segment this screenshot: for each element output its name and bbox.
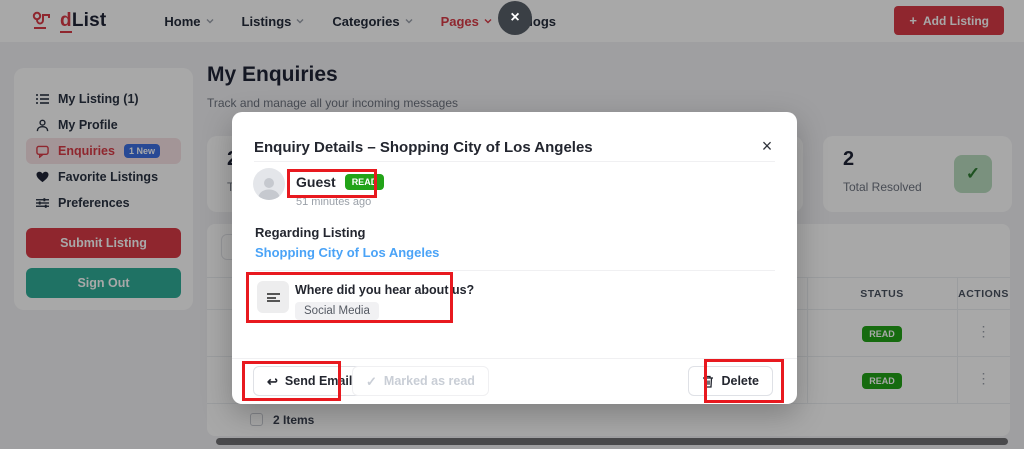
- send-email-button[interactable]: ↩ Send Email: [253, 366, 366, 396]
- modal-close-button[interactable]: ×: [755, 134, 779, 158]
- enquiry-details-modal: Enquiry Details – Shopping City of Los A…: [232, 112, 797, 404]
- enquiry-timestamp: 51 minutes ago: [296, 196, 371, 208]
- app-window: dList Home Listings Categories Pages Blo…: [0, 0, 1024, 449]
- regarding-listing-link[interactable]: Shopping City of Los Angeles: [255, 245, 439, 260]
- divider: [254, 270, 775, 271]
- enquiry-question: Where did you hear about us?: [295, 283, 474, 297]
- divider: [254, 161, 775, 162]
- trash-icon: [702, 375, 714, 388]
- enquiry-answer-tag: Social Media: [295, 302, 379, 320]
- sender-name: Guest: [296, 174, 336, 190]
- modal-title: Enquiry Details – Shopping City of Los A…: [254, 139, 593, 156]
- align-left-icon: [257, 281, 289, 313]
- delete-button[interactable]: Delete: [688, 366, 773, 396]
- overlay-close-button[interactable]: ×: [498, 1, 532, 35]
- sender-status-badge: READ: [345, 174, 385, 190]
- regarding-listing-label: Regarding Listing: [255, 225, 366, 240]
- divider: [232, 358, 797, 359]
- marked-as-read-button[interactable]: ✓ Marked as read: [352, 366, 489, 396]
- sender-row: Guest READ: [296, 174, 384, 190]
- reply-arrow-icon: ↩: [267, 375, 278, 388]
- sender-avatar: [253, 168, 285, 200]
- check-icon: ✓: [366, 375, 377, 388]
